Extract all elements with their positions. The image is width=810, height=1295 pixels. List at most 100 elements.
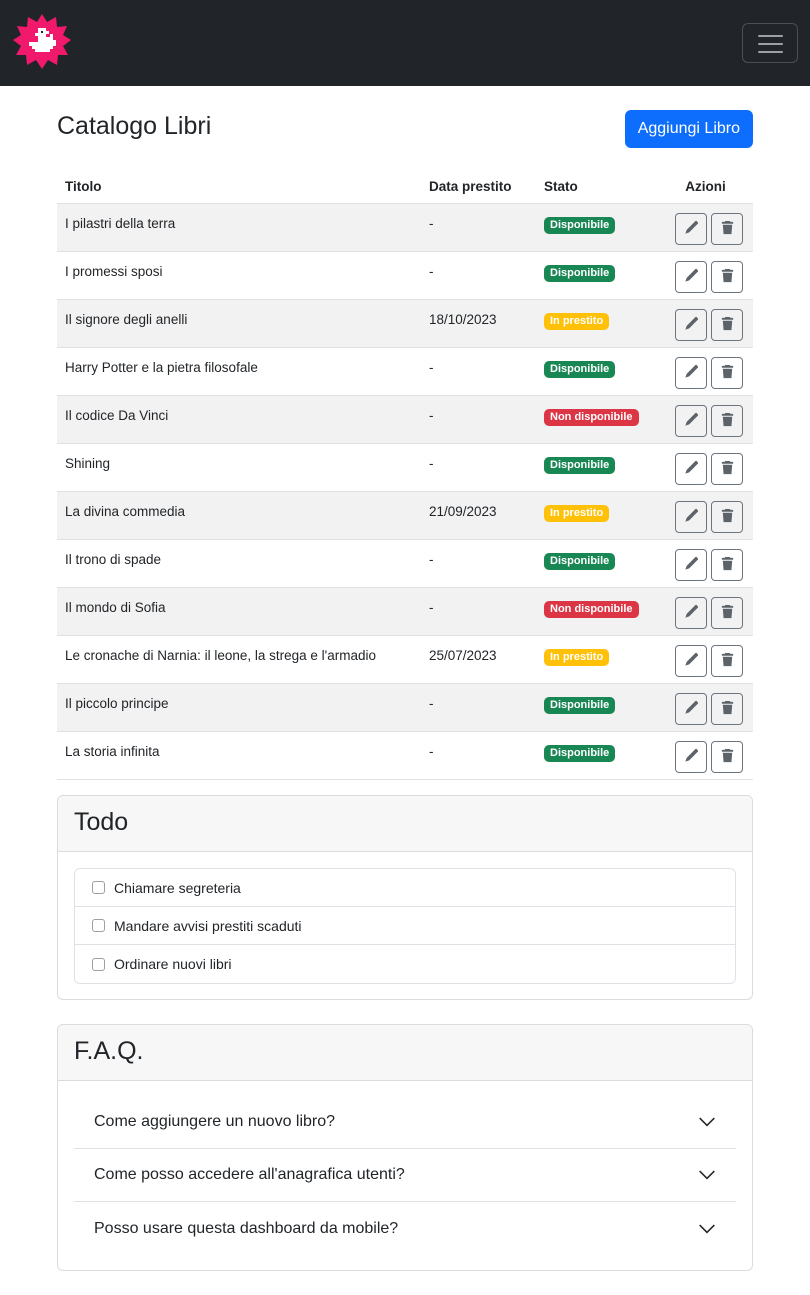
pencil-icon (684, 652, 699, 670)
delete-button[interactable] (711, 596, 743, 629)
table-row: Harry Potter e la pietra filosofale - Disp… (57, 347, 753, 396)
catalog-header: Catalogo Libri Aggiungi Libro (57, 86, 753, 171)
book-title: Il trono di spade (57, 539, 421, 588)
delete-button[interactable] (711, 500, 743, 533)
pencil-icon (684, 556, 699, 574)
status-badge: Disponibile (544, 552, 616, 570)
todo-checkbox[interactable] (92, 919, 105, 932)
add-book-button[interactable]: Aggiungi Libro (624, 110, 753, 148)
loan-date: - (421, 395, 536, 444)
delete-button[interactable] (711, 260, 743, 293)
trash-icon (720, 748, 735, 766)
edit-button[interactable] (675, 692, 707, 725)
delete-button[interactable] (711, 644, 743, 677)
loan-date: - (421, 731, 536, 780)
table-row: Le cronache di Narnia: il leone, la stre… (57, 635, 753, 684)
delete-button[interactable] (711, 356, 743, 389)
column-header-actions: Azioni (658, 171, 753, 204)
edit-button[interactable] (675, 260, 707, 293)
table-row: Il mondo di Sofia - Non disponibile (57, 587, 753, 636)
loan-date: - (421, 347, 536, 396)
trash-icon (720, 220, 735, 238)
edit-button[interactable] (675, 452, 707, 485)
trash-icon (720, 652, 735, 670)
trash-icon (720, 316, 735, 334)
book-title: Il codice Da Vinci (57, 395, 421, 444)
delete-button[interactable] (711, 692, 743, 725)
edit-button[interactable] (675, 740, 707, 773)
column-header-date: Data prestito (421, 171, 536, 204)
book-title: Il signore degli anelli (57, 299, 421, 348)
edit-button[interactable] (675, 500, 707, 533)
status-badge: Disponibile (544, 696, 616, 714)
edit-button[interactable] (675, 356, 707, 389)
row-actions (666, 596, 745, 629)
trash-icon (720, 460, 735, 478)
delete-button[interactable] (711, 452, 743, 485)
edit-button[interactable] (675, 212, 707, 245)
loan-date: - (421, 443, 536, 492)
loan-date: - (421, 539, 536, 588)
books-table: Titolo Data prestito Stato Azioni I pila… (57, 171, 753, 780)
row-actions (666, 356, 745, 389)
row-actions (666, 548, 745, 581)
delete-button[interactable] (711, 308, 743, 341)
edit-button[interactable] (675, 596, 707, 629)
column-header-status: Stato (536, 171, 658, 204)
trash-icon (720, 604, 735, 622)
table-header-row: Titolo Data prestito Stato Azioni (57, 171, 753, 204)
faq-question[interactable]: Come posso accedere all'anagrafica utent… (74, 1149, 736, 1202)
trash-icon (720, 556, 735, 574)
todo-item: Ordinare nuovi libri (75, 945, 735, 983)
table-row: I promessi sposi - Disponibile (57, 251, 753, 300)
pencil-icon (684, 460, 699, 478)
table-row: La storia infinita - Disponibile (57, 731, 753, 780)
trash-icon (720, 700, 735, 718)
pencil-icon (684, 412, 699, 430)
faq-question-text: Come posso accedere all'anagrafica utent… (94, 1166, 405, 1183)
row-actions (666, 452, 745, 485)
todo-checkbox[interactable] (92, 957, 105, 971)
faq-card-header: F.A.Q. (58, 1025, 752, 1081)
book-title: Harry Potter e la pietra filosofale (57, 347, 421, 396)
todo-checkbox[interactable] (92, 881, 105, 894)
pencil-icon (684, 700, 699, 718)
menu-toggle-button[interactable] (742, 23, 798, 63)
trash-icon (720, 268, 735, 286)
chevron-down-icon (699, 1224, 715, 1233)
edit-button[interactable] (675, 404, 707, 437)
main-content: Catalogo Libri Aggiungi Libro Titolo Dat… (57, 86, 753, 1271)
book-title: La storia infinita (57, 731, 421, 780)
todo-label: Ordinare nuovi libri (114, 956, 232, 972)
pencil-icon (684, 220, 699, 238)
status-badge: Disponibile (544, 216, 616, 234)
delete-button[interactable] (711, 404, 743, 437)
pencil-icon (684, 604, 699, 622)
faq-question[interactable]: Come aggiungere un nuovo libro? (74, 1096, 736, 1149)
table-row: I pilastri della terra - Disponibile (57, 203, 753, 252)
delete-button[interactable] (711, 212, 743, 245)
todo-label: Chiamare segreteria (114, 879, 241, 896)
duck-logo-icon[interactable] (12, 13, 72, 73)
edit-button[interactable] (675, 548, 707, 581)
todo-list: Chiamare segreteria Mandare avvisi presti… (74, 868, 736, 984)
status-badge: Non disponibile (544, 408, 639, 426)
status-badge: In prestito (544, 312, 610, 330)
row-actions (666, 308, 745, 341)
delete-button[interactable] (711, 740, 743, 773)
row-actions (666, 500, 745, 533)
delete-button[interactable] (711, 548, 743, 581)
loan-date: - (421, 683, 536, 732)
edit-button[interactable] (675, 308, 707, 341)
status-badge: Non disponibile (544, 600, 639, 618)
loan-date: - (421, 203, 536, 252)
pencil-icon (684, 268, 699, 286)
faq-question-text: Come aggiungere un nuovo libro? (94, 1113, 336, 1130)
book-title: I pilastri della terra (57, 203, 421, 252)
faq-question[interactable]: Posso usare questa dashboard da mobile? (74, 1202, 736, 1255)
edit-button[interactable] (675, 644, 707, 677)
todo-card: Todo Chiamare segreteria Mandare avvisi p… (57, 795, 753, 1000)
todo-item: Chiamare segreteria (75, 869, 735, 907)
table-row: Il signore degli anelli 18/10/2023 In pres… (57, 299, 753, 348)
pencil-icon (684, 748, 699, 766)
